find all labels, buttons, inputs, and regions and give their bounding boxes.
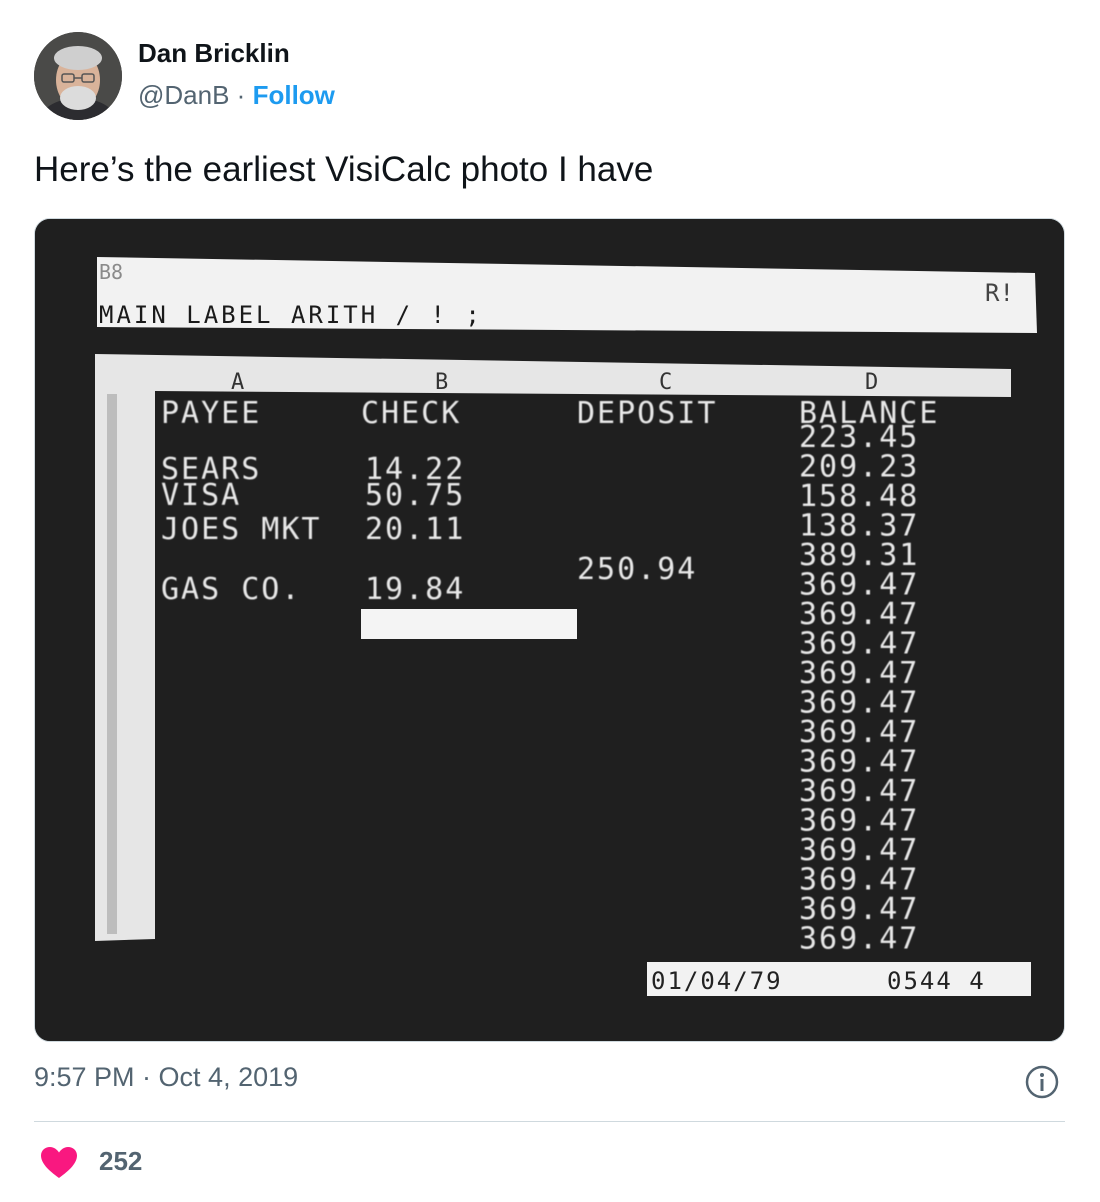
visicalc-cell-cursor — [361, 609, 577, 639]
visicalc-deposit-value: 250.94 — [577, 552, 697, 587]
visicalc-column-header: DEPOSIT — [577, 396, 717, 431]
meta-separator: · — [236, 80, 246, 110]
visicalc-column-header: CHECK — [361, 396, 461, 431]
avatar-portrait-image — [34, 32, 122, 120]
visicalc-column-letter: B — [435, 370, 448, 395]
visicalc-payee-cell: GAS CO. — [161, 572, 301, 607]
visicalc-column-letter: D — [865, 370, 878, 395]
heart-icon[interactable] — [40, 1146, 78, 1180]
author-name[interactable]: Dan Bricklin — [138, 38, 290, 69]
visicalc-balance-column: 223.45209.23158.48138.37389.31369.47369.… — [799, 420, 919, 957]
footer-divider — [34, 1121, 1065, 1122]
tweet-photo[interactable]: B8 MAIN LABEL ARITH / ! ; R! A B C D PAYEE C… — [34, 218, 1065, 1042]
author-avatar[interactable] — [34, 32, 122, 120]
visicalc-balance-cell: 369.47 — [799, 922, 919, 957]
follow-button[interactable]: Follow — [253, 80, 335, 110]
visicalc-status-date: 01/04/79 — [651, 967, 783, 995]
author-handle-line: @DanB · Follow — [138, 80, 335, 111]
like-count: 252 — [99, 1146, 143, 1176]
visicalc-column-letter: A — [231, 370, 244, 395]
visicalc-status-memory: 0544 4 — [887, 967, 986, 995]
visicalc-check-cell: 20.11 — [365, 512, 465, 547]
visicalc-command-line: MAIN LABEL ARITH / ! ; — [99, 301, 483, 329]
visicalc-check-cell: 19.84 — [365, 572, 465, 607]
visicalc-column-letter: C — [659, 370, 672, 395]
info-icon[interactable] — [1024, 1064, 1060, 1100]
tweet-timestamp[interactable]: 9:57 PM · Oct 4, 2019 — [34, 1062, 298, 1093]
visicalc-payee-cell: VISA — [161, 478, 241, 513]
author-handle[interactable]: @DanB — [138, 80, 229, 110]
visicalc-mode-indicator: R! — [985, 279, 1014, 307]
visicalc-cell-reference: B8 — [99, 260, 123, 284]
visicalc-screen-photo: B8 MAIN LABEL ARITH / ! ; R! A B C D PAYEE C… — [35, 219, 1064, 1041]
visicalc-check-column: 14.2250.7520.1119.84 — [365, 452, 465, 607]
visicalc-column-header: PAYEE — [161, 396, 261, 431]
visicalc-check-cell: 50.75 — [365, 478, 465, 513]
visicalc-payee-cell: JOES MKT — [161, 512, 322, 547]
visicalc-row-numbers — [107, 394, 117, 934]
tweet-text: Here’s the earliest VisiCalc photo I hav… — [34, 150, 654, 189]
